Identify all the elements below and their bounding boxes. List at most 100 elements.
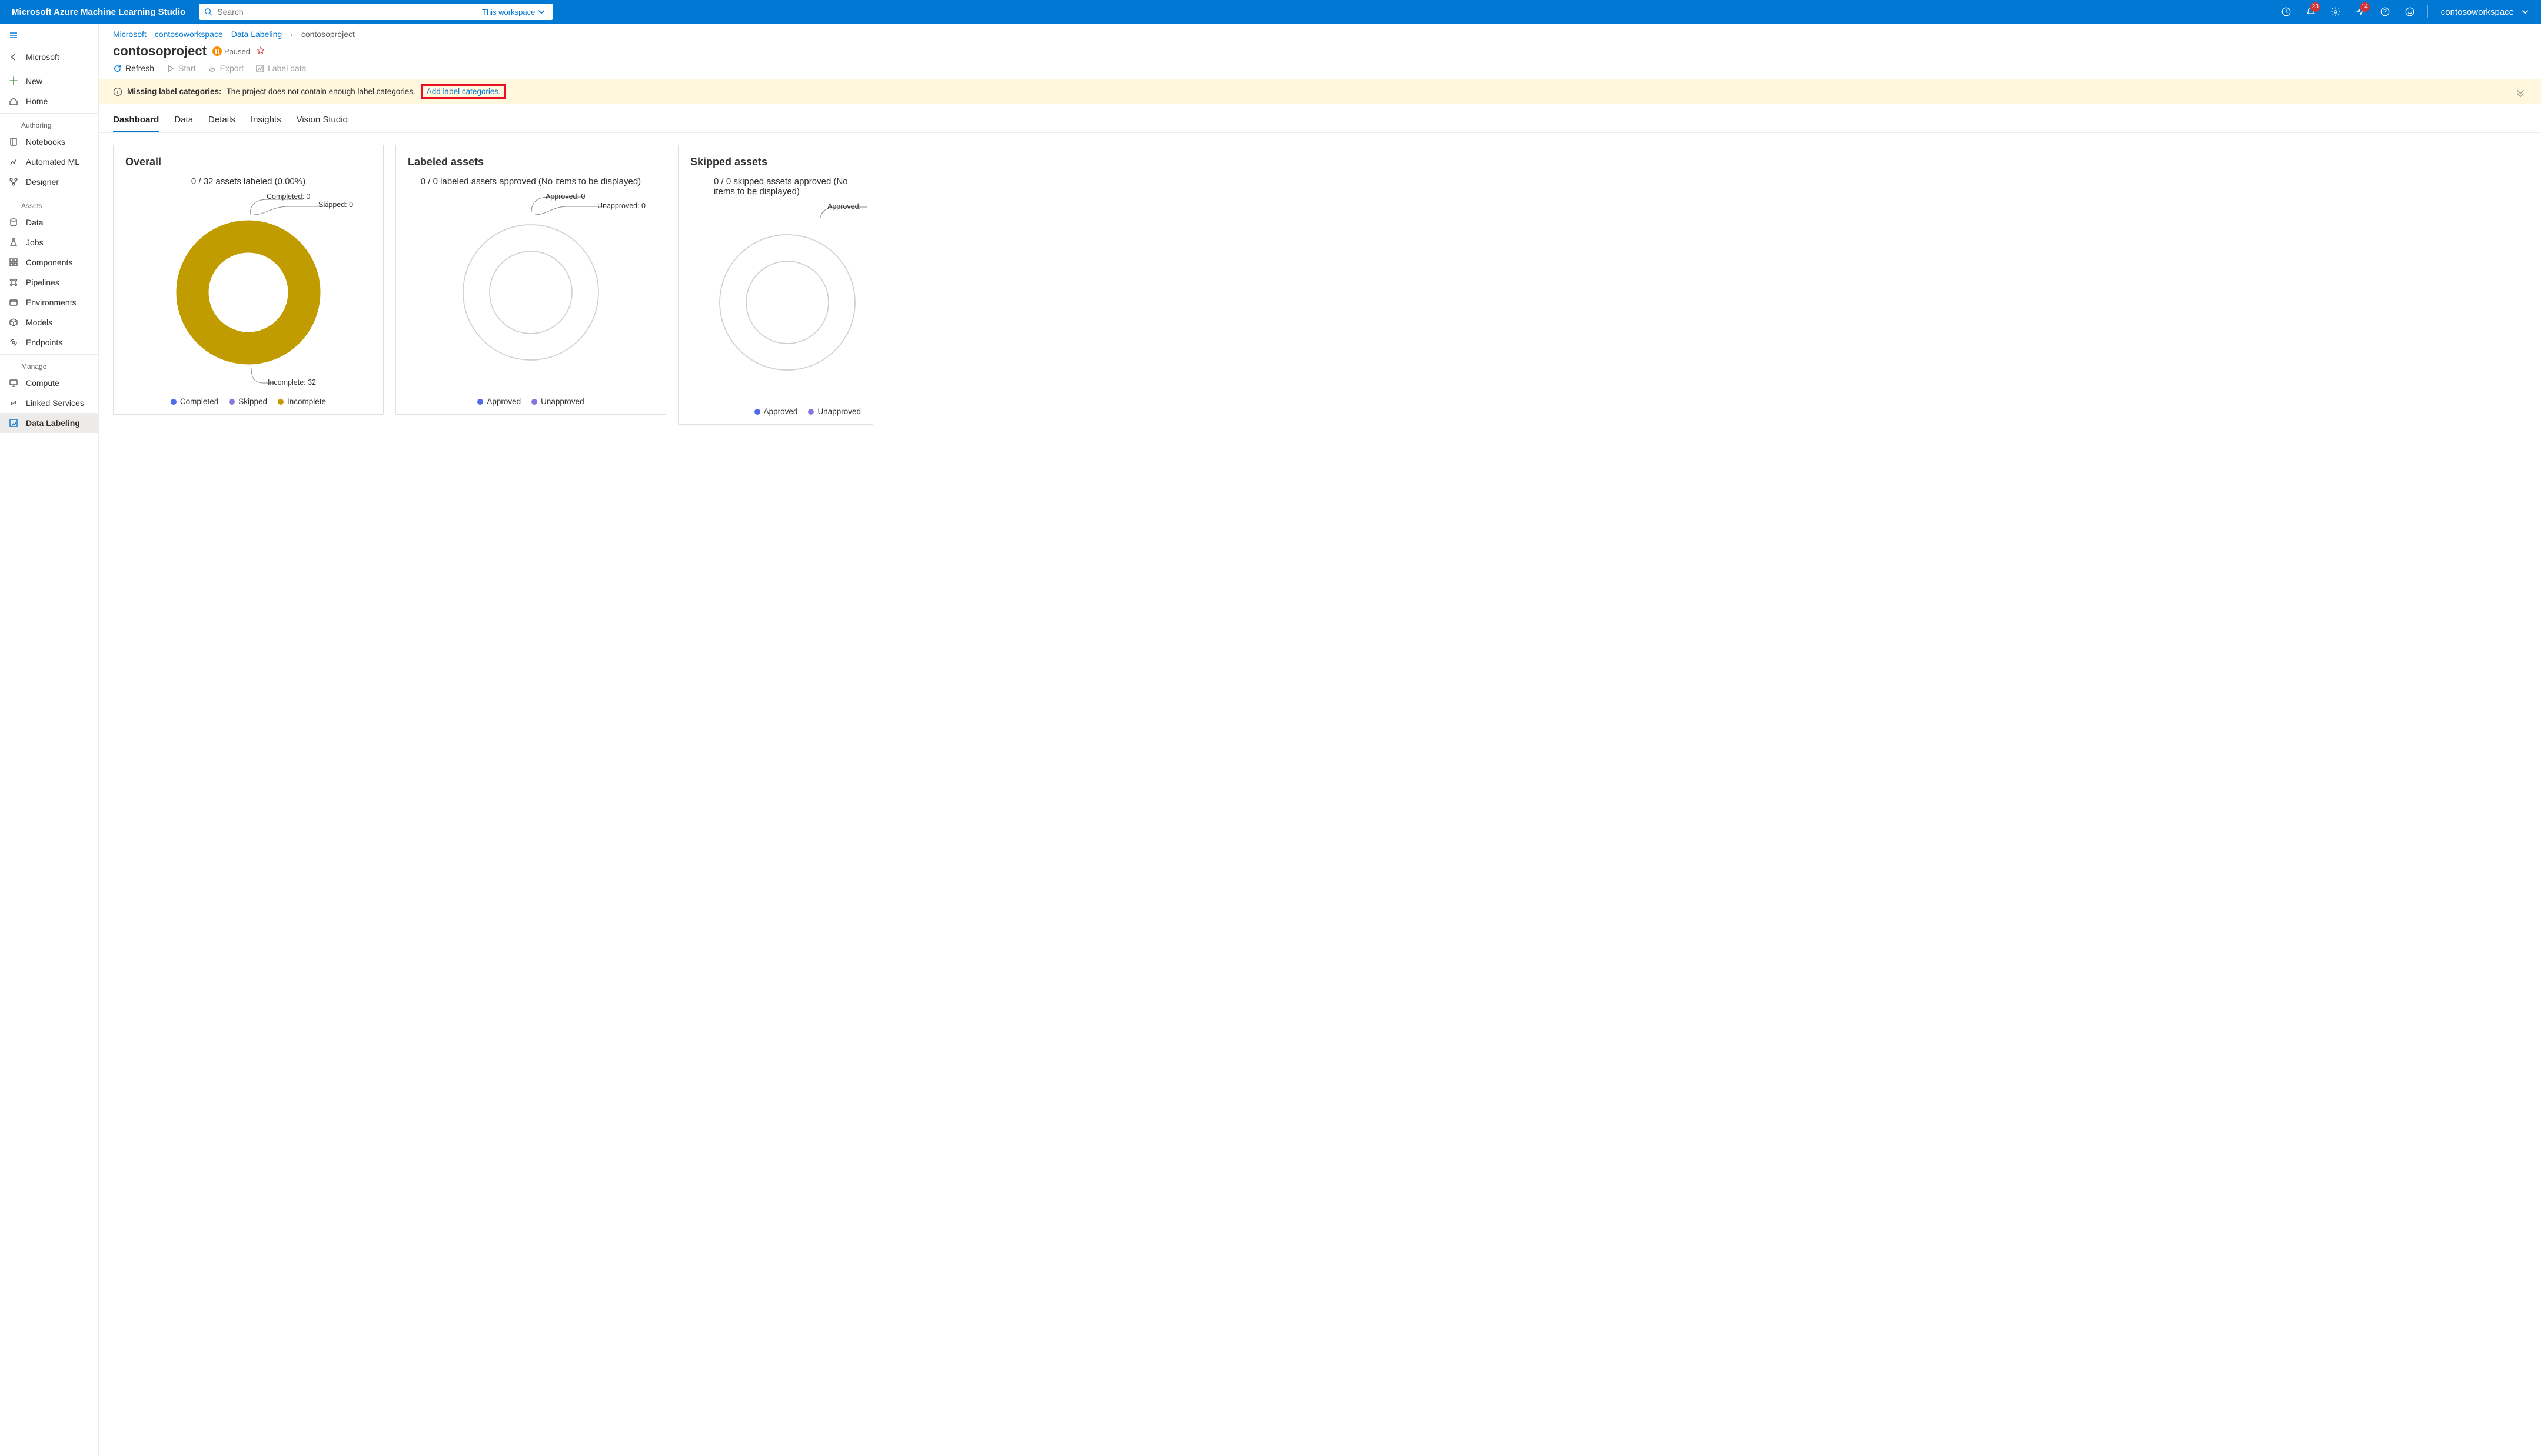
tab-dashboard[interactable]: Dashboard (113, 115, 159, 132)
sidebar-item-label: Designer (26, 177, 59, 186)
workspace-name: contosoworkspace (2441, 7, 2514, 17)
breadcrumb-link[interactable]: contosoworkspace (155, 29, 223, 39)
sidebar-item-designer[interactable]: Designer (0, 172, 98, 192)
sidebar-item-compute[interactable]: Compute (0, 373, 98, 393)
breadcrumb-separator: › (290, 29, 293, 39)
help-icon[interactable] (2373, 0, 2397, 24)
add-label-categories-link[interactable]: Add label categories. (427, 87, 501, 96)
legend-item: Approved (754, 407, 798, 416)
smile-feedback-icon[interactable] (2398, 0, 2422, 24)
legend-dot-icon (754, 409, 760, 415)
flask-icon (8, 237, 19, 248)
sidebar-item-notebooks[interactable]: Notebooks (0, 132, 98, 152)
sidebar-item-automl[interactable]: Automated ML (0, 152, 98, 172)
callout-completed: Completed: 0 (267, 192, 310, 201)
automl-icon (8, 156, 19, 167)
recent-icon[interactable] (2274, 0, 2298, 24)
sidebar-item-pipelines[interactable]: Pipelines (0, 272, 98, 292)
tab-data[interactable]: Data (174, 115, 193, 132)
pipelines-icon (8, 277, 19, 288)
back-arrow-icon (8, 52, 19, 62)
legend-dot-icon (531, 399, 537, 405)
card-title: Labeled assets (408, 156, 654, 168)
callout-skipped: Skipped: 0 (318, 201, 353, 209)
banner-highlight: Add label categories. (421, 84, 506, 99)
sidebar-item-components[interactable]: Components (0, 252, 98, 272)
sidebar-item-label: Jobs (26, 238, 44, 247)
sidebar-item-linked-services[interactable]: Linked Services (0, 393, 98, 413)
search-icon (204, 8, 212, 16)
export-button[interactable]: Export (208, 64, 244, 73)
legend-dot-icon (171, 399, 177, 405)
banner-prefix: Missing label categories: (127, 87, 222, 96)
warning-banner: Missing label categories: The project do… (99, 79, 2541, 104)
global-search[interactable]: This workspace (199, 4, 553, 20)
sidebar-item-label: Linked Services (26, 398, 84, 408)
notifications-icon[interactable]: 23 (2299, 0, 2323, 24)
workspace-switcher[interactable]: contosoworkspace (2434, 7, 2536, 17)
donut-chart (175, 219, 322, 366)
skipped-legend: Approved Unapproved (690, 407, 861, 416)
legend-item: Completed (171, 397, 218, 406)
notebook-icon (8, 136, 19, 147)
diagnostics-icon[interactable]: 14 (2349, 0, 2372, 24)
status-label: Paused (224, 47, 250, 56)
page-title: contosoproject (113, 44, 207, 59)
page-header: contosoproject Paused (99, 41, 2541, 62)
collapse-sidebar-button[interactable] (0, 24, 98, 47)
legend-item: Incomplete (278, 397, 326, 406)
callout-incomplete: Incomplete: 32 (268, 378, 316, 387)
collapse-banner-icon[interactable] (2514, 85, 2527, 98)
settings-icon[interactable] (2324, 0, 2347, 24)
sidebar-item-endpoints[interactable]: Endpoints (0, 332, 98, 352)
sidebar-item-data[interactable]: Data (0, 212, 98, 232)
sidebar-item-data-labeling[interactable]: Data Labeling (0, 413, 98, 433)
start-label: Start (178, 64, 196, 73)
legend-item: Approved (477, 397, 521, 406)
sidebar-item-label: Endpoints (26, 338, 62, 347)
new-button[interactable]: ＋ New (0, 71, 98, 91)
search-input[interactable] (217, 7, 477, 16)
search-scope-dropdown[interactable]: This workspace (482, 8, 548, 16)
legend-item: Skipped (229, 397, 267, 406)
labeled-legend: Approved Unapproved (408, 397, 654, 406)
legend-dot-icon (477, 399, 483, 405)
page-tabs: Dashboard Data Details Insights Vision S… (99, 108, 2541, 133)
refresh-button[interactable]: Refresh (113, 64, 154, 73)
components-icon (8, 257, 19, 268)
chevron-down-icon (2521, 8, 2529, 16)
info-icon (113, 87, 122, 96)
card-subtitle: 0 / 32 assets labeled (0.00%) (125, 176, 371, 186)
tab-insights[interactable]: Insights (251, 115, 281, 132)
sidebar-group-assets: Assets (0, 196, 98, 212)
breadcrumb-link[interactable]: Data Labeling (231, 29, 282, 39)
donut-chart (714, 229, 861, 376)
favorite-star-button[interactable] (256, 46, 265, 57)
endpoints-icon (8, 337, 19, 348)
label-data-label: Label data (268, 64, 306, 73)
sidebar-item-home[interactable]: Home (0, 91, 98, 111)
breadcrumb-link[interactable]: Microsoft (113, 29, 147, 39)
main-content: Microsoft contosoworkspace Data Labeling… (99, 24, 2541, 1456)
donut-chart (457, 219, 604, 366)
card-title: Skipped assets (690, 156, 861, 168)
label-data-button[interactable]: Label data (255, 64, 306, 73)
sidebar-item-label: Automated ML (26, 157, 79, 166)
search-scope-label: This workspace (482, 8, 535, 16)
hamburger-icon (8, 30, 19, 41)
card-overall: Overall 0 / 32 assets labeled (0.00%) Co… (113, 145, 384, 415)
legend-dot-icon (278, 399, 284, 405)
start-button[interactable]: Start (166, 64, 196, 73)
tab-details[interactable]: Details (208, 115, 235, 132)
sidebar-item-models[interactable]: Models (0, 312, 98, 332)
topbar: Microsoft Azure Machine Learning Studio … (0, 0, 2541, 24)
tab-vision-studio[interactable]: Vision Studio (297, 115, 348, 132)
legend-item: Unapproved (531, 397, 584, 406)
back-button[interactable]: Microsoft (0, 47, 98, 67)
sidebar-item-label: Compute (26, 378, 59, 388)
sidebar-item-environments[interactable]: Environments (0, 292, 98, 312)
skipped-chart: Approved: (690, 202, 861, 402)
sidebar-item-jobs[interactable]: Jobs (0, 232, 98, 252)
refresh-label: Refresh (125, 64, 154, 73)
card-subtitle: 0 / 0 labeled assets approved (No items … (408, 176, 654, 186)
